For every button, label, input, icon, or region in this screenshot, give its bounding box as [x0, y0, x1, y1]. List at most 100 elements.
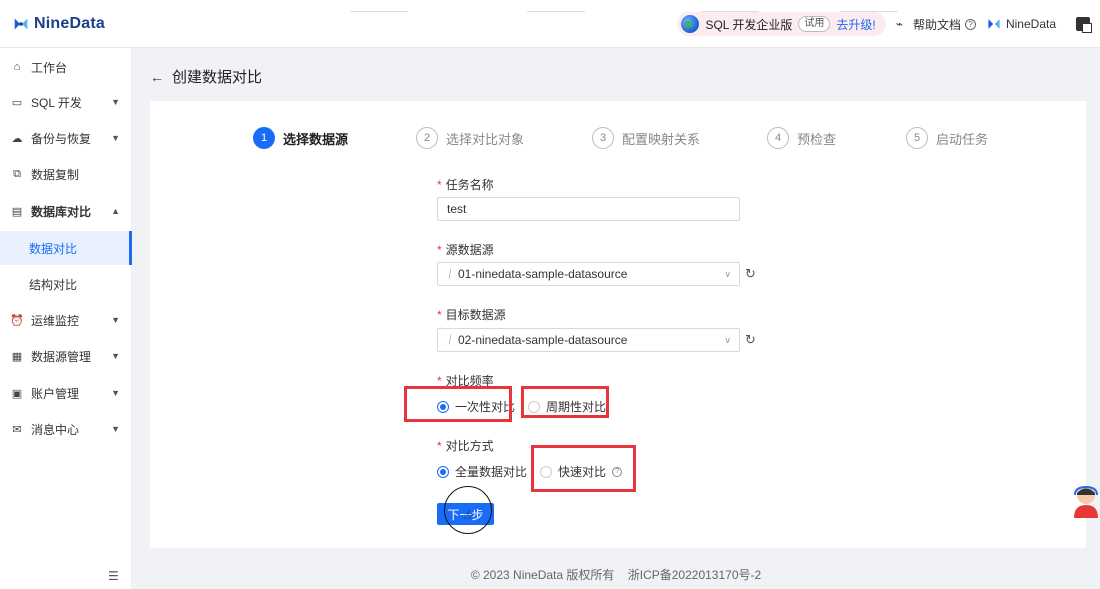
header-actions: SQL 开发企业版 试用 去升级! ⌁ 帮助文档 ? NineData: [677, 0, 1092, 48]
icp-number[interactable]: 浙ICP备2022013170号-2: [628, 568, 761, 582]
step-connector: [701, 11, 759, 12]
method-label-text: 对比方式: [445, 439, 494, 453]
highlight-box: [521, 386, 609, 418]
source-value: 01-ninedata-sample-datasource: [458, 267, 628, 281]
chevron-down-icon: ▼: [111, 315, 120, 325]
page-title-text: 创建数据对比: [172, 69, 263, 86]
chevron-down-icon: ▼: [111, 388, 120, 398]
source-datasource-label: * 源数据源: [437, 241, 494, 258]
sidebar-item-label: SQL 开发: [31, 95, 82, 110]
step-connector: [527, 11, 585, 12]
cloud-icon: ☁: [11, 132, 23, 145]
back-arrow-icon[interactable]: ←: [150, 69, 164, 85]
edition-pill[interactable]: SQL 开发企业版 试用 去升级!: [677, 12, 886, 36]
step-label: 启动任务: [936, 131, 989, 147]
brand-name: NineData: [34, 14, 105, 32]
page-title: ← 创建数据对比: [150, 66, 262, 87]
pin-icon[interactable]: ⌁: [896, 17, 903, 31]
task-name-label-text: 任务名称: [445, 178, 494, 192]
sidebar: ⌂ 工作台 ▭ SQL 开发 ▼ ☁ 备份与恢复 ▼ ⧉ 数据复制 ▤ 数据库对…: [0, 48, 132, 589]
sidebar-item-db-compare[interactable]: ▤ 数据库对比 ▲: [0, 194, 132, 228]
sidebar-item-label: 运维监控: [31, 313, 80, 328]
database-icon: ▤: [11, 205, 23, 218]
step-number: 2: [416, 127, 438, 149]
step-number: 3: [592, 127, 614, 149]
sidebar-item-label: 备份与恢复: [31, 131, 92, 146]
chevron-down-icon: ∨: [724, 268, 731, 279]
required-mark: *: [437, 439, 442, 453]
home-icon: ⌂: [13, 61, 21, 73]
sidebar-item-label: 工作台: [31, 60, 68, 75]
language-switch-icon[interactable]: [1076, 17, 1092, 33]
user-menu[interactable]: NineData: [986, 16, 1056, 32]
method-full-radio[interactable]: 全量数据对比: [437, 463, 527, 480]
step-number: 1: [253, 127, 275, 149]
step-connector: [350, 11, 408, 12]
method-label: * 对比方式: [437, 437, 494, 454]
target-datasource-label: * 目标数据源: [437, 306, 506, 323]
sidebar-item-label: 数据源管理: [31, 349, 92, 364]
copyright: © 2023 NineData 版权所有: [470, 568, 615, 582]
cursor-hand-icon: ☝: [464, 508, 472, 522]
sidebar-item-workbench[interactable]: ⌂ 工作台: [0, 50, 132, 84]
step-label: 预检查: [797, 131, 837, 147]
globe-icon: [681, 15, 700, 33]
task-name-value: test: [447, 202, 467, 216]
chevron-down-icon: ▼: [111, 133, 120, 143]
source-label-text: 源数据源: [445, 243, 494, 257]
support-avatar-icon[interactable]: [1071, 484, 1100, 518]
sidebar-item-schema-compare[interactable]: 结构对比: [0, 267, 132, 301]
sidebar-item-ops-monitor[interactable]: ⏰ 运维监控 ▼: [0, 303, 132, 337]
sidebar-item-datasource[interactable]: ▦ 数据源管理 ▼: [0, 339, 132, 373]
chevron-down-icon: ∨: [724, 334, 731, 345]
help-docs-link[interactable]: 帮助文档 ?: [913, 16, 976, 33]
chevron-down-icon: ▼: [111, 424, 120, 434]
step-label: 选择数据源: [283, 131, 349, 147]
trial-badge: 试用: [798, 16, 831, 32]
task-name-label: * 任务名称: [437, 176, 494, 193]
radio-dot: [437, 465, 449, 478]
datasource-icon: ⟋: [444, 333, 457, 347]
user-logo-icon: [988, 19, 1000, 29]
mail-icon: ✉: [12, 423, 22, 436]
sidebar-item-label: 结构对比: [29, 277, 78, 292]
monitor-icon: ▭: [11, 96, 23, 109]
collapse-sidebar-icon[interactable]: ☰: [108, 569, 119, 583]
highlight-box: [404, 386, 512, 422]
target-label-text: 目标数据源: [445, 308, 506, 322]
upgrade-link[interactable]: 去升级!: [836, 16, 875, 33]
required-mark: *: [437, 178, 442, 192]
required-mark: *: [437, 308, 442, 322]
source-datasource-select[interactable]: ⟋ 01-ninedata-sample-datasource ∨: [437, 262, 740, 286]
copy-icon: ⧉: [13, 167, 21, 180]
datasource-icon: ⟋: [444, 267, 457, 281]
sidebar-item-data-compare[interactable]: 数据对比: [0, 231, 132, 265]
step-connector: [840, 11, 898, 12]
footer: © 2023 NineData 版权所有 浙ICP备2022013170号-2: [132, 566, 1100, 583]
step-number: 4: [767, 127, 789, 149]
sidebar-item-messages[interactable]: ✉ 消息中心 ▼: [0, 412, 132, 446]
refresh-icon[interactable]: ↻: [745, 332, 756, 348]
task-name-input[interactable]: test: [437, 197, 740, 221]
step-number: 5: [906, 127, 928, 149]
sidebar-item-account[interactable]: ▣ 账户管理 ▼: [0, 376, 132, 410]
alarm-icon: ⏰: [10, 314, 24, 327]
sidebar-item-label: 数据库对比: [31, 204, 92, 219]
step-5: 5 启动任务: [906, 127, 988, 149]
radio-label: 全量数据对比: [455, 465, 528, 479]
target-datasource-select[interactable]: ⟋ 02-ninedata-sample-datasource ∨: [437, 328, 740, 352]
datasource-icon: ▦: [11, 350, 23, 363]
chevron-up-icon: ▲: [111, 206, 120, 216]
logo[interactable]: NineData: [0, 15, 105, 33]
account-icon: ▣: [11, 387, 23, 400]
sidebar-item-label: 数据复制: [31, 167, 80, 182]
product-label: SQL 开发企业版: [705, 17, 793, 32]
sidebar-item-backup[interactable]: ☁ 备份与恢复 ▼: [0, 121, 132, 155]
sidebar-item-sql-dev[interactable]: ▭ SQL 开发 ▼: [0, 85, 132, 119]
sidebar-item-label: 账户管理: [31, 386, 80, 401]
question-icon: ?: [964, 18, 976, 30]
required-mark: *: [437, 243, 442, 257]
refresh-icon[interactable]: ↻: [745, 266, 756, 282]
help-docs-label: 帮助文档: [912, 17, 961, 32]
sidebar-item-replication[interactable]: ⧉ 数据复制: [0, 157, 132, 191]
